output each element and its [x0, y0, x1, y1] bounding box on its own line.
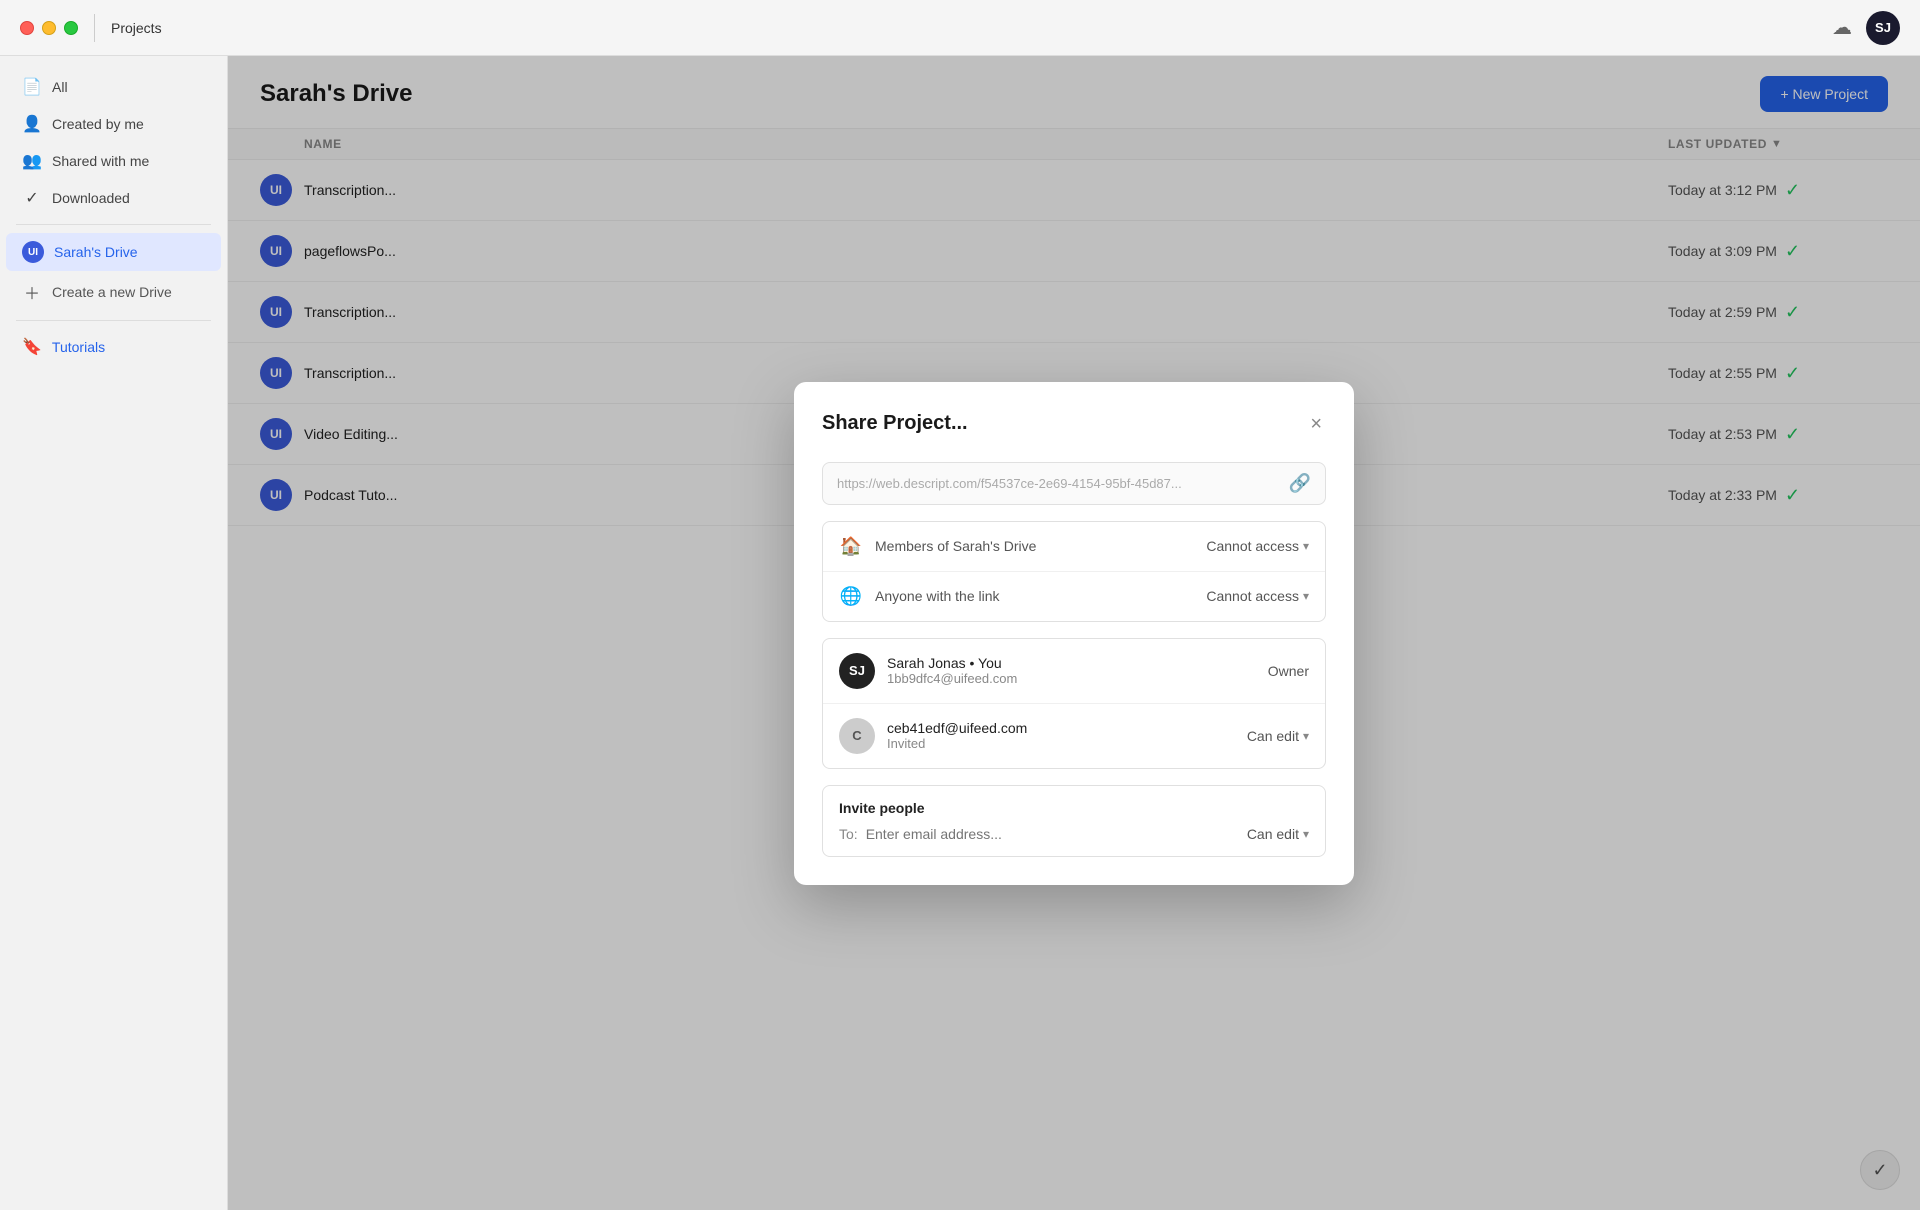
- members-home-icon: 🏠: [839, 536, 863, 557]
- invite-permission-label: Can edit: [1247, 826, 1299, 842]
- members-section: SJ Sarah Jonas • You 1bb9dfc4@uifeed.com…: [822, 638, 1326, 769]
- members-permission: Cannot access: [1206, 538, 1299, 554]
- invite-row: To: Can edit ▾: [823, 816, 1325, 856]
- close-traffic-light[interactable]: [20, 21, 34, 35]
- ceb-avatar: C: [839, 718, 875, 754]
- sarah-email: 1bb9dfc4@uifeed.com: [887, 671, 1256, 686]
- app-container: 📄 All 👤 Created by me 👥 Shared with me ✓…: [0, 56, 1920, 1210]
- ceb-info: ceb41edf@uifeed.com Invited: [887, 720, 1235, 751]
- anyone-access-row[interactable]: 🌐 Anyone with the link Cannot access ▾: [823, 571, 1325, 621]
- sidebar-divider-2: [16, 320, 211, 321]
- sidebar-item-create-drive[interactable]: ＋ Create a new Drive: [6, 272, 221, 312]
- cloud-icon[interactable]: ☁: [1832, 15, 1852, 40]
- member-row-sarah: SJ Sarah Jonas • You 1bb9dfc4@uifeed.com…: [823, 639, 1325, 703]
- members-chevron-icon: ▾: [1303, 539, 1309, 553]
- members-label: Members of Sarah's Drive: [875, 538, 1194, 554]
- ceb-name: ceb41edf@uifeed.com: [887, 720, 1235, 736]
- created-by-me-icon: 👤: [22, 114, 42, 134]
- modal-title: Share Project...: [822, 412, 968, 435]
- sidebar: 📄 All 👤 Created by me 👥 Shared with me ✓…: [0, 56, 228, 1210]
- sarah-avatar: SJ: [839, 653, 875, 689]
- titlebar: Projects ☁ SJ: [0, 0, 1920, 56]
- sidebar-item-created-label: Created by me: [52, 116, 144, 132]
- member-row-ceb: C ceb41edf@uifeed.com Invited Can edit ▾: [823, 703, 1325, 768]
- invite-to-label: To:: [839, 826, 858, 842]
- sarah-name: Sarah Jonas • You: [887, 655, 1256, 671]
- share-modal: Share Project... × https://web.descript.…: [794, 382, 1354, 885]
- access-section: 🏠 Members of Sarah's Drive Cannot access…: [822, 521, 1326, 622]
- modal-close-button[interactable]: ×: [1306, 410, 1326, 438]
- sidebar-item-tutorials[interactable]: 🔖 Tutorials: [6, 329, 221, 365]
- link-globe-icon: 🌐: [839, 586, 863, 607]
- anyone-label: Anyone with the link: [875, 588, 1194, 604]
- ceb-status: Invited: [887, 736, 1235, 751]
- main-content: Sarah's Drive + New Project NAME LAST UP…: [228, 56, 1920, 1210]
- all-icon: 📄: [22, 77, 42, 97]
- invite-permission-select[interactable]: Can edit ▾: [1247, 826, 1309, 842]
- sidebar-drive-label: Sarah's Drive: [54, 244, 138, 260]
- sidebar-item-created-by-me[interactable]: 👤 Created by me: [6, 106, 221, 142]
- sidebar-item-downloaded-label: Downloaded: [52, 190, 130, 206]
- invite-section: Invite people To: Can edit ▾: [822, 785, 1326, 857]
- titlebar-divider: [94, 14, 95, 42]
- members-access-select[interactable]: Cannot access ▾: [1206, 538, 1309, 554]
- invite-email-input[interactable]: [866, 826, 1239, 842]
- downloaded-icon: ✓: [22, 188, 42, 208]
- traffic-lights: [20, 21, 78, 35]
- invite-permission-chevron-icon: ▾: [1303, 827, 1309, 841]
- modal-header: Share Project... ×: [822, 410, 1326, 438]
- url-row: https://web.descript.com/f54537ce-2e69-4…: [822, 462, 1326, 505]
- titlebar-title: Projects: [111, 20, 162, 36]
- sidebar-create-drive-label: Create a new Drive: [52, 284, 172, 300]
- ceb-role-select[interactable]: Can edit ▾: [1247, 728, 1309, 744]
- modal-overlay[interactable]: Share Project... × https://web.descript.…: [228, 56, 1920, 1210]
- sidebar-item-shared-with-me[interactable]: 👥 Shared with me: [6, 143, 221, 179]
- sidebar-tutorials-label: Tutorials: [52, 339, 105, 355]
- maximize-traffic-light[interactable]: [64, 21, 78, 35]
- user-avatar[interactable]: SJ: [1866, 11, 1900, 45]
- members-access-row[interactable]: 🏠 Members of Sarah's Drive Cannot access…: [823, 522, 1325, 571]
- sarah-info: Sarah Jonas • You 1bb9dfc4@uifeed.com: [887, 655, 1256, 686]
- sidebar-divider-1: [16, 224, 211, 225]
- share-url: https://web.descript.com/f54537ce-2e69-4…: [837, 476, 1281, 491]
- anyone-chevron-icon: ▾: [1303, 589, 1309, 603]
- copy-link-icon[interactable]: 🔗: [1289, 473, 1311, 494]
- sidebar-item-downloaded[interactable]: ✓ Downloaded: [6, 180, 221, 216]
- minimize-traffic-light[interactable]: [42, 21, 56, 35]
- titlebar-right: ☁ SJ: [1832, 11, 1900, 45]
- tutorials-icon: 🔖: [22, 337, 42, 357]
- sidebar-item-all[interactable]: 📄 All: [6, 69, 221, 105]
- shared-with-me-icon: 👥: [22, 151, 42, 171]
- sarah-role: Owner: [1268, 663, 1309, 679]
- anyone-access-select[interactable]: Cannot access ▾: [1206, 588, 1309, 604]
- sidebar-item-all-label: All: [52, 79, 68, 95]
- sidebar-item-shared-label: Shared with me: [52, 153, 149, 169]
- anyone-permission: Cannot access: [1206, 588, 1299, 604]
- create-drive-icon: ＋: [22, 280, 42, 304]
- sidebar-item-sarahs-drive[interactable]: UI Sarah's Drive: [6, 233, 221, 271]
- drive-avatar: UI: [22, 241, 44, 263]
- ceb-role-chevron-icon: ▾: [1303, 729, 1309, 743]
- invite-section-label: Invite people: [823, 786, 1325, 816]
